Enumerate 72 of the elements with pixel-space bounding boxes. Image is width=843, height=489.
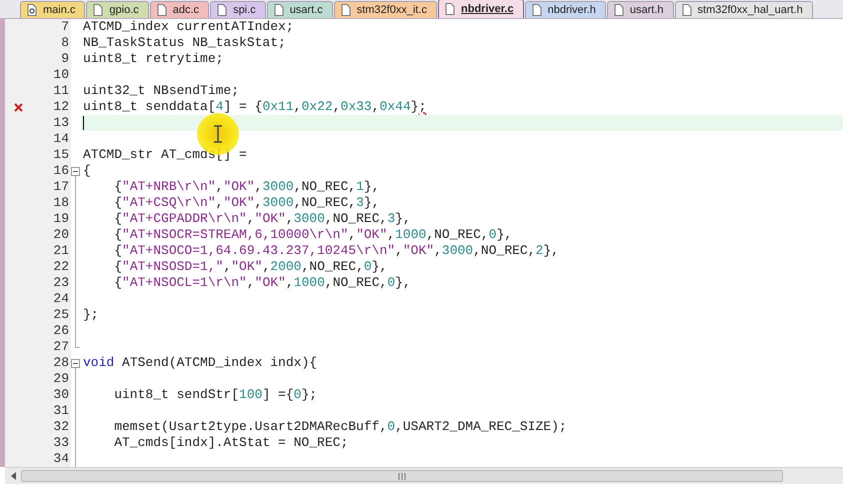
line-number: 30 [52,387,70,403]
code-line: {"AT+CGPADDR\r\n","OK",3000,NO_REC,3}, [113,211,411,226]
line-number: 11 [52,83,70,99]
file-icon [682,4,692,16]
line-number: 31 [52,403,70,419]
file-tab[interactable]: adc.c [150,1,210,18]
file-icon [532,4,542,16]
scrollbar-thumb[interactable] [21,470,783,482]
file-icon [156,4,167,16]
line-number: 14 [52,131,70,147]
line-number: 26 [52,323,70,339]
line-number: 8 [60,35,70,51]
line-number: 22 [52,259,70,275]
file-tab[interactable]: stm32f0xx_it.c [334,1,438,18]
code-line: uint32_t NBsendTime; [83,83,240,98]
line-number: 28 [52,355,70,371]
line-number: 12 [52,99,70,115]
line-number: 9 [60,51,70,67]
code-line: uint8_t retrytime; [83,51,224,66]
file-tab[interactable]: usart.h [606,1,674,18]
file-tab[interactable]: nbdriver.c [438,0,524,18]
code-line: {"AT+NSOCR=STREAM,6,10000\r\n","OK",1000,NO_REC,0}, [113,227,512,242]
code-line: }; [83,307,99,322]
code-line: {"AT+NRB\r\n","OK",3000,NO_REC,1}, [113,179,380,194]
line-number: 32 [52,419,70,435]
file-icon [614,4,624,16]
line-number: 18 [52,195,70,211]
line-number: 23 [52,275,70,291]
line-number: 15 [52,147,70,163]
code-line: { [83,163,91,178]
left-arrow-icon [10,472,16,480]
code-line: {"AT+NSOCL=1\r\n","OK",1000,NO_REC,0}, [113,275,411,290]
code-line: void ATSend(ATCMD_index indx){ [83,355,318,370]
code-line: ATCMD_str AT_cmds[] = [83,147,247,162]
code-line: ATCMD_index currentATIndex; [83,19,294,34]
file-tab[interactable]: nbdriver.h [524,1,606,18]
code-line: memset(Usart2type.Usart2DMARecBuff,0,USART2_DMA_REC_SIZE); [113,419,567,434]
fold-collapse-icon[interactable] [71,167,80,176]
code-line: NB_TaskStatus NB_taskStat; [83,35,286,50]
fold-collapse-icon[interactable] [71,359,80,368]
code-line: {"AT+CSQ\r\n","OK",3000,NO_REC,3}, [113,195,380,210]
file-tab[interactable]: main.c [20,1,86,18]
file-tab[interactable]: stm32f0xx_hal_uart.h [674,1,813,18]
code-line: uint8_t senddata[4] = {0x11,0x22,0x33,0x44}; [83,99,426,114]
file-icon [217,4,228,16]
line-number: 19 [52,211,70,227]
line-number: 27 [52,339,70,355]
line-number: 21 [52,243,70,259]
file-icon [445,3,456,15]
file-icon [274,4,284,16]
file-tab[interactable]: usart.c [266,1,333,18]
line-number: 10 [52,67,70,83]
file-gear-icon [27,4,37,16]
line-number: 34 [52,451,70,467]
grip-icon [398,472,406,480]
code-line: uint8_t sendStr[100] ={0}; [113,387,318,402]
file-tab[interactable]: gpio.c [86,1,149,18]
code-line: AT_cmds[indx].AtStat = NO_REC; [113,435,348,450]
file-tab[interactable]: spi.c [210,1,266,18]
line-number: 17 [52,179,70,195]
code-line: {"AT+NSOSD=1,","OK",2000,NO_REC,0}, [113,259,388,274]
line-number: 33 [52,435,70,451]
file-icon [340,4,351,16]
file-icon [93,4,104,16]
line-number: 29 [52,371,70,387]
line-number: 16 [52,163,70,179]
code-line: {"AT+NSOCO=1,64.69.43.237,10245\r\n","OK",3000,NO_REC,2}, [113,243,559,258]
line-number: 24 [52,291,70,307]
line-number: 25 [52,307,70,323]
line-number: 7 [60,19,70,35]
line-number: 20 [52,227,70,243]
line-number: 13 [52,115,70,131]
